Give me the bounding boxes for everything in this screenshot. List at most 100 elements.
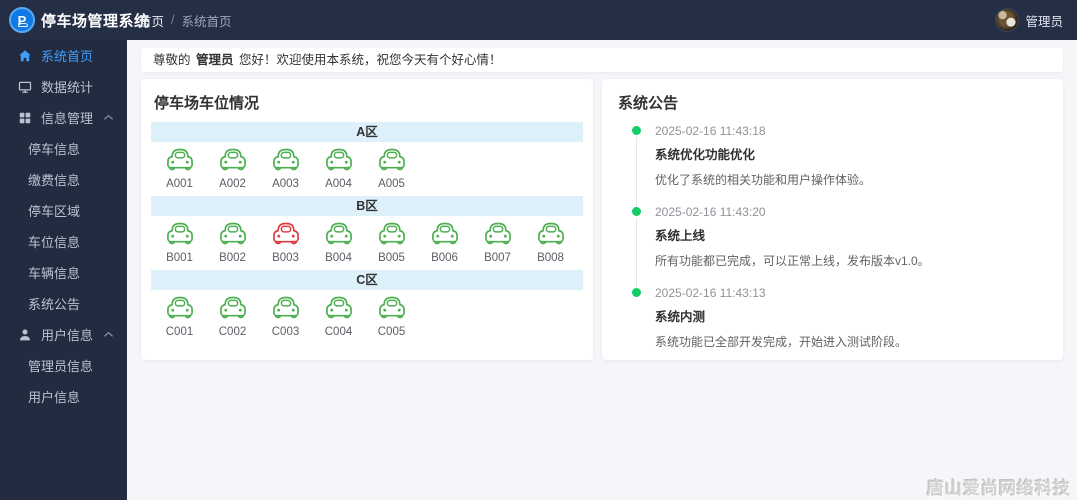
timeline-dot (632, 126, 641, 135)
parking-slot: B005 (365, 221, 418, 264)
sidebar-subitem[interactable]: 停车信息 (0, 133, 127, 164)
watermark: 唐山爱尚网络科技 (927, 479, 1071, 498)
parking-card-title: 停车场车位情况 (154, 95, 260, 112)
announcement-title: 系统优化功能优化 (655, 148, 756, 162)
sidebar-item-label: 信息管理 (41, 111, 94, 126)
parking-slot: B002 (206, 221, 259, 264)
parking-slot: C004 (312, 295, 365, 338)
cards-row: 停车场车位情况 A区 A001 A002 A003 A004 A005 B区 B001 B002… (141, 79, 1063, 360)
announcement-title: 系统上线 (655, 229, 706, 243)
sidebar-item-0[interactable]: 系统首页 (0, 40, 127, 71)
breadcrumb-current: 系统首页 (181, 14, 232, 29)
parking-slot: A003 (259, 147, 312, 190)
slot-code: B005 (378, 252, 405, 264)
slot-code: C005 (377, 326, 406, 338)
parking-slot: A002 (206, 147, 259, 190)
parking-slot: B007 (471, 221, 524, 264)
slot-row: B001 B002 B003 B004 B005 B006 B007 B008 (151, 221, 583, 264)
parking-slot: A005 (365, 147, 418, 190)
timeline-dot (632, 207, 641, 216)
sidebar-subitem[interactable]: 管理员信息 (0, 350, 127, 381)
sidebar-subitem[interactable]: 停车区域 (0, 195, 127, 226)
announcement-item: 2025-02-16 11:43:13 系统内测系统功能已全部开发完成，开始进入测… (632, 286, 1047, 360)
parking-slot: C005 (365, 295, 418, 338)
car-front-icon (218, 147, 248, 177)
sidebar-subitem[interactable]: 用户信息 (0, 381, 127, 412)
car-front-icon (377, 147, 407, 177)
parking-slot: A001 (153, 147, 206, 190)
sidebar-subitem[interactable]: 系统公告 (0, 288, 127, 319)
announcement-time: 2025-02-16 11:43:20 (655, 205, 766, 219)
car-front-icon (271, 295, 301, 325)
slot-code: A003 (272, 178, 299, 190)
parking-slot: C001 (153, 295, 206, 338)
announcement-content: 所有功能都已完成，可以正常上线，发布版本v1.0。 (655, 254, 930, 268)
slot-code: C002 (218, 326, 247, 338)
zones-container: A区 A001 A002 A003 A004 A005 B区 B001 B002 B003 B004… (151, 122, 583, 338)
breadcrumb-home[interactable]: 首页 (139, 11, 164, 30)
sidebar: 系统首页 数据统计信息管理停车信息 缴费信息 停车区域 车位信息 车辆信息 系统公告用户信息… (0, 40, 127, 500)
parking-status-card: 停车场车位情况 A区 A001 A002 A003 A004 A005 B区 B001 B002… (141, 79, 593, 360)
sidebar-item-2[interactable]: 信息管理 (0, 102, 127, 133)
chevron-up-icon (103, 331, 114, 338)
zone-header: A区 (151, 122, 583, 142)
welcome-suffix: 您好！欢迎使用本系统，祝您今天有个好心情！ (235, 53, 502, 67)
car-front-icon (483, 221, 513, 251)
parking-slot: C003 (259, 295, 312, 338)
main-content: 尊敬的 管理员 您好！欢迎使用本系统，祝您今天有个好心情！ 停车场车位情况 A区… (127, 40, 1077, 500)
chevron-up-icon (103, 114, 114, 121)
slot-code: B006 (431, 252, 458, 264)
username-label: 管理员 (1025, 14, 1063, 29)
slot-code: B007 (484, 252, 511, 264)
app-title: 停车场管理系统 (41, 12, 150, 30)
sidebar-item-3[interactable]: 用户信息 (0, 319, 127, 350)
announcement-item: 2025-02-16 11:43:18 系统优化功能优化优化了系统的相关功能和用户… (632, 124, 1047, 207)
timeline-dot (632, 288, 641, 297)
sidebar-subitem[interactable]: 缴费信息 (0, 164, 127, 195)
welcome-prefix: 尊敬的 (153, 53, 194, 67)
car-front-icon (165, 295, 195, 325)
breadcrumb-separator: / (171, 13, 175, 27)
parking-slot: B008 (524, 221, 577, 264)
car-front-icon (165, 147, 195, 177)
user-menu[interactable]: 管理员 (995, 8, 1063, 32)
car-front-icon (324, 295, 354, 325)
car-front-icon (377, 221, 407, 251)
zone-header: B区 (151, 196, 583, 216)
announcement-content: 优化了系统的相关功能和用户操作体验。 (655, 173, 872, 187)
slot-code: A002 (219, 178, 246, 190)
slot-code: B002 (219, 252, 246, 264)
slot-code: B008 (537, 252, 564, 264)
car-front-icon (218, 221, 248, 251)
monitor-icon (17, 79, 32, 94)
slot-code: A004 (325, 178, 352, 190)
sidebar-subitem[interactable]: 车辆信息 (0, 257, 127, 288)
slot-code: C004 (324, 326, 353, 338)
sidebar-item-label: 用户信息 (41, 328, 94, 343)
announcement-time: 2025-02-16 11:43:18 (655, 124, 766, 138)
slot-code: B003 (272, 252, 299, 264)
logo-car-icon (18, 23, 28, 27)
welcome-banner: 尊敬的 管理员 您好！欢迎使用本系统，祝您今天有个好心情！ (141, 48, 1063, 72)
zone-header: C区 (151, 270, 583, 290)
sidebar-subitem[interactable]: 车位信息 (0, 226, 127, 257)
car-front-icon (271, 221, 301, 251)
parking-slot: A004 (312, 147, 365, 190)
slot-row: C001 C002 C003 C004 C005 (151, 295, 583, 338)
top-header: P 停车场管理系统 首页 / 系统首页 管理员 (0, 0, 1077, 40)
parking-slot: B006 (418, 221, 471, 264)
home-icon (17, 48, 32, 63)
sidebar-item-1[interactable]: 数据统计 (0, 71, 127, 102)
announcement-card-title: 系统公告 (618, 95, 679, 112)
car-front-icon (324, 221, 354, 251)
car-front-icon (218, 295, 248, 325)
announcement-content: 系统功能已全部开发完成，开始进入测试阶段。 (655, 335, 908, 349)
announcement-title: 系统内测 (655, 310, 706, 324)
car-front-icon (165, 221, 195, 251)
user-avatar[interactable] (995, 8, 1020, 32)
car-front-icon (324, 147, 354, 177)
brand: P 停车场管理系统 (0, 7, 149, 33)
slot-code: B001 (166, 252, 193, 264)
announcement-time: 2025-02-16 11:43:13 (655, 286, 766, 300)
grid-icon (17, 110, 32, 125)
